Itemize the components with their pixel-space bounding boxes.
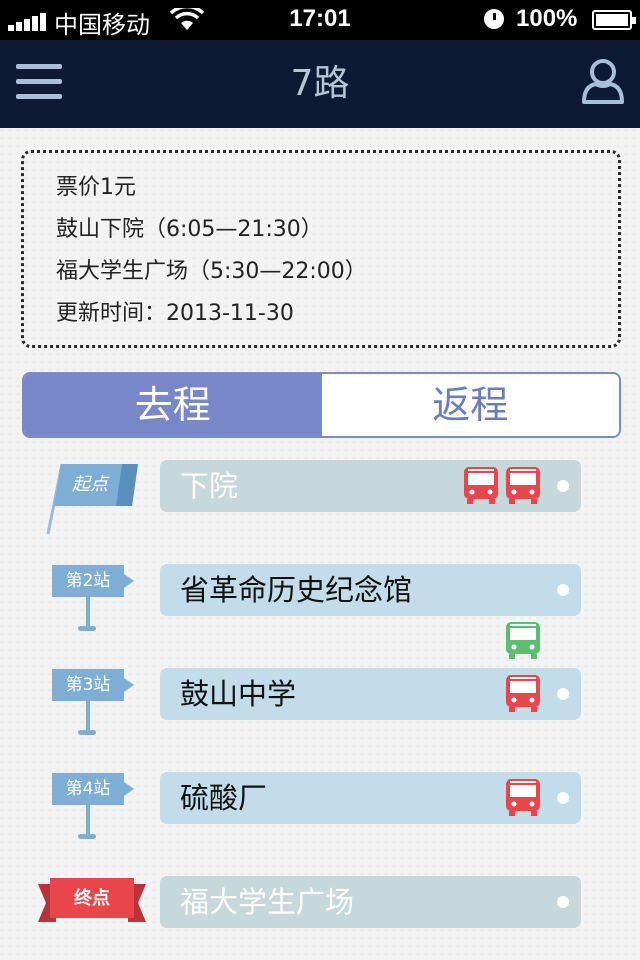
user-icon[interactable] [578, 56, 628, 108]
stop-dot [557, 792, 569, 804]
bus-icon [506, 467, 540, 504]
navigation-bar: 7路 [0, 40, 640, 128]
battery-percentage: 100% [516, 5, 578, 32]
stop-name: 福大学生广场 [180, 885, 355, 919]
stop-dot [557, 480, 569, 492]
stop-name: 下院 [180, 469, 239, 503]
alarm-clock-icon [484, 9, 504, 29]
schedule-line-2: 福大学生广场（5:30—22:00） [56, 259, 367, 284]
stop-dot [557, 896, 569, 908]
tag-pole [86, 701, 90, 731]
end-badge: 终点 [74, 888, 110, 909]
bus-in-transit-icon [506, 622, 540, 659]
stop-dot [557, 584, 569, 596]
tag-foot [78, 834, 96, 839]
stop-bar-start[interactable]: 下院 [160, 460, 581, 512]
stop-name: 鼓山中学 [180, 677, 297, 711]
fare-text: 票价1元 [56, 175, 136, 200]
stop-row-3[interactable]: 第3站 鼓山中学 [0, 668, 640, 735]
bus-icon [464, 467, 498, 504]
stop-bar-end[interactable]: 福大学生广场 [160, 876, 581, 928]
hamburger-menu-icon[interactable] [16, 62, 62, 102]
stop-row-4[interactable]: 第4站 硫酸厂 [0, 772, 640, 839]
updated-date: 更新时间：2013-11-30 [56, 301, 294, 326]
battery-icon [592, 10, 636, 30]
stop-bar[interactable]: 鼓山中学 [160, 668, 581, 720]
station-number-badge: 第2站 [52, 565, 134, 597]
status-bar: 中国移动 17:01 100% [0, 0, 640, 40]
bus-icon [506, 675, 540, 712]
bus-icon [506, 779, 540, 816]
page-title: 7路 [290, 63, 350, 104]
stop-row-end[interactable]: 终点 福大学生广场 [0, 876, 640, 928]
tab-return[interactable]: 返程 [321, 374, 619, 436]
stop-bar[interactable]: 省革命历史纪念馆 [160, 564, 581, 616]
station-number-badge: 第3站 [52, 669, 134, 701]
stop-row-start[interactable]: 起点 下院 [0, 460, 640, 535]
tag-pole [86, 597, 90, 627]
stop-bar[interactable]: 硫酸厂 [160, 772, 581, 824]
stop-name: 省革命历史纪念馆 [180, 573, 413, 607]
station-number-badge: 第4站 [52, 773, 134, 805]
stop-name: 硫酸厂 [180, 781, 268, 815]
direction-tabs: 去程 返程 [22, 372, 621, 438]
stop-row-2[interactable]: 第2站 省革命历史纪念馆 [0, 564, 640, 631]
start-badge: 起点 [72, 474, 108, 495]
route-info-box: 票价1元 鼓山下院（6:05—21:30） 福大学生广场（5:30—22:00）… [21, 150, 621, 348]
stop-dot [557, 688, 569, 700]
tag-pole [86, 805, 90, 835]
tag-foot [78, 626, 96, 631]
schedule-line-1: 鼓山下院（6:05—21:30） [56, 217, 323, 242]
tag-foot [78, 730, 96, 735]
tab-outbound[interactable]: 去程 [24, 374, 322, 436]
